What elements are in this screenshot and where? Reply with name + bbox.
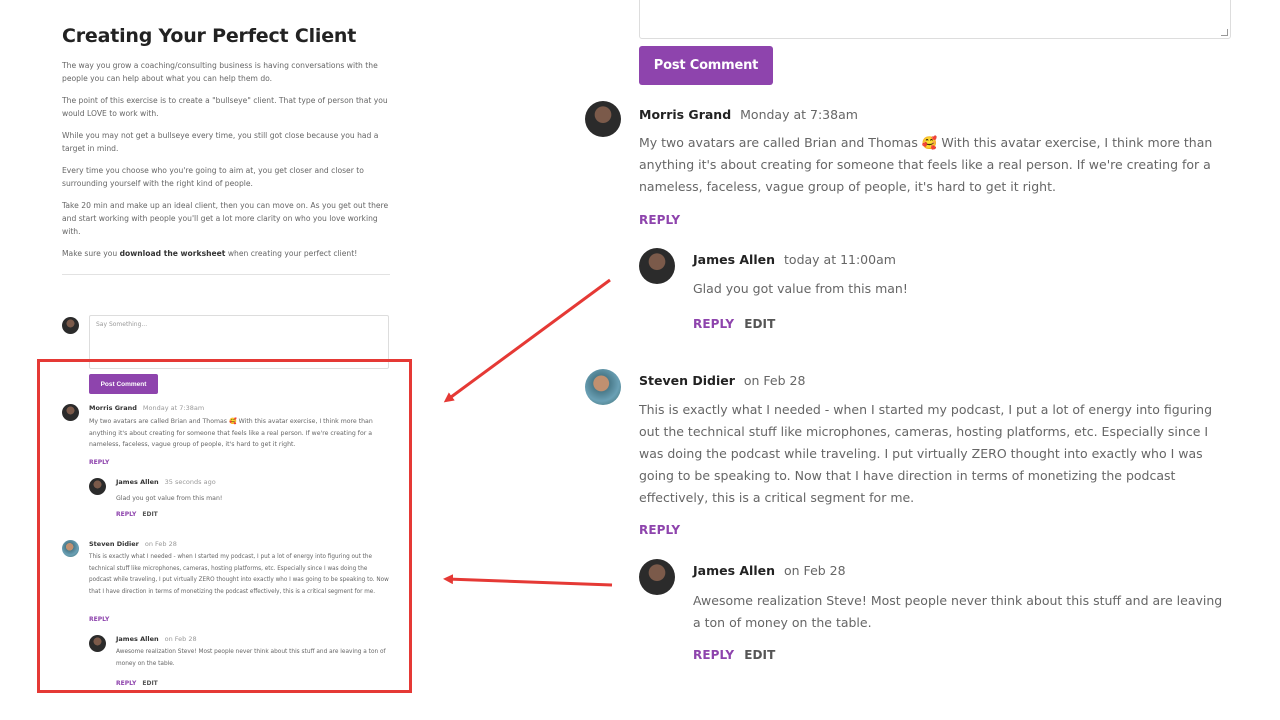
comment-date: on Feb 28 [784,563,846,578]
avatar [585,369,621,405]
comment-item: Morris Grand Monday at 7:38am My two avat… [585,101,1235,231]
article-paragraph: The way you grow a coaching/consulting b… [62,61,378,83]
article: Creating Your Perfect Client The way you… [62,25,390,275]
reply-button[interactable]: REPLY [639,523,680,537]
reply-button[interactable]: REPLY [693,648,734,662]
resize-grip-icon[interactable] [1221,29,1228,36]
article-paragraph: While you may not get a bullseye every t… [62,131,379,153]
comment-item: Steven Didier on Feb 28 This is exactly w… [585,369,1235,541]
reply-button[interactable]: REPLY [639,213,680,227]
comment-text: Awesome realization Steve! Most people n… [693,593,1223,630]
avatar [639,559,675,595]
edit-button[interactable]: EDIT [744,648,775,662]
comment-text: This is exactly what I needed - when I s… [639,402,1213,505]
comment-date: on Feb 28 [743,373,806,388]
avatar [585,101,621,137]
highlight-box [37,359,412,693]
worksheet-link[interactable]: download the worksheet [120,249,226,258]
comment-text: My two avatars are called Brian and Thom… [639,135,1213,194]
divider [62,274,390,275]
comment-author: Steven Didier [639,373,735,388]
reply-button[interactable]: REPLY [693,317,734,331]
comment-input-large[interactable] [639,0,1231,39]
article-paragraph: The point of this exercise is to create … [62,96,388,118]
comment-author: James Allen [693,563,776,578]
comment-reply: James Allen today at 11:00am Glad you got… [639,248,1235,333]
avatar [62,317,79,334]
comment-author: James Allen [693,252,776,267]
page-title: Creating Your Perfect Client [62,25,357,47]
article-paragraph: Every time you choose who you're going t… [62,166,364,188]
article-closing: Make sure you download the worksheet whe… [62,249,358,258]
edit-button[interactable]: EDIT [744,317,775,331]
article-paragraph: Take 20 min and make up an ideal client,… [62,201,389,236]
post-comment-button[interactable]: Post Comment [639,46,773,85]
comment-date: today at 11:00am [784,252,896,267]
comment-author: Morris Grand [639,107,732,122]
comment-reply: James Allen on Feb 28 Awesome realization… [639,559,1235,669]
avatar [639,248,675,284]
arrow-2 [443,574,613,587]
comment-date: Monday at 7:38am [740,107,858,122]
comment-text: Glad you got value from this man! [693,281,908,296]
